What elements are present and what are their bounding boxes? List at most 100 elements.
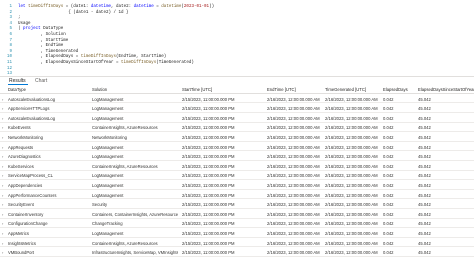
cell-solution: LogManagement <box>92 96 124 102</box>
expand-row-chevron-icon[interactable]: › <box>2 241 3 246</box>
table-row[interactable]: › KubeEvents ContainerInsights, AzureResou… <box>0 124 474 133</box>
cell-elapseddayssincestartofyear: 45.042 <box>418 154 431 160</box>
cell-starttime: 2/15/2023, 11:00:00.000 PM <box>182 173 235 179</box>
expand-row-chevron-icon[interactable]: › <box>2 231 3 236</box>
expand-row-chevron-icon[interactable]: › <box>2 202 3 207</box>
cell-elapseddays: 0.042 <box>383 125 394 131</box>
table-row[interactable]: › NetworkMonitoring NetworkMonitoring 2/15/… <box>0 133 474 142</box>
expand-row-chevron-icon[interactable]: › <box>2 116 3 121</box>
cell-solution: NetworkMonitoring <box>92 134 127 140</box>
cell-starttime: 2/15/2023, 11:00:00.000 PM <box>182 154 235 160</box>
column-header-starttime[interactable]: StartTime [UTC] <box>182 87 262 93</box>
cell-solution: LogManagement <box>92 115 124 121</box>
cell-solution: LogManagement <box>92 106 124 112</box>
table-row[interactable]: › ContainerInventory Containers, Container… <box>0 210 474 219</box>
cell-solution: LogManagement <box>92 182 124 188</box>
cell-elapseddays: 0.042 <box>383 250 394 256</box>
cell-datatype: AutoscaleEvaluationsLog <box>8 115 56 121</box>
cell-endtime: 2/16/2023, 12:00:00.000 AM <box>267 192 320 198</box>
table-row[interactable]: › SecurityEvent Security 2/15/2023, 11:00:0… <box>0 201 474 209</box>
column-header-elapseddays[interactable]: ElapsedDays <box>383 87 411 93</box>
cell-elapseddayssincestartofyear: 45.042 <box>418 202 431 208</box>
cell-timegenerated: 2/16/2023, 12:00:00.000 AM <box>325 202 378 208</box>
column-header-solution[interactable]: Solution <box>92 87 178 93</box>
expand-row-chevron-icon[interactable]: › <box>2 154 3 159</box>
cell-datatype: AzureDiagnostics <box>8 154 41 160</box>
cell-timegenerated: 2/16/2023, 12:00:00.000 AM <box>325 134 378 140</box>
cell-endtime: 2/16/2023, 12:00:00.000 AM <box>267 211 320 217</box>
table-row[interactable]: › InsightsMetrics ContainerInsights, Azure… <box>0 239 474 248</box>
grid-header: DataType Solution StartTime [UTC] EndTim… <box>0 86 474 94</box>
expand-row-chevron-icon[interactable]: › <box>2 193 3 198</box>
expand-row-chevron-icon[interactable]: › <box>2 97 3 102</box>
cell-elapseddayssincestartofyear: 45.042 <box>418 211 431 217</box>
cell-solution: LogManagement <box>92 192 124 198</box>
cell-starttime: 2/15/2023, 11:00:00.000 PM <box>182 144 235 150</box>
cell-solution: Security <box>92 202 108 208</box>
cell-elapseddays: 0.042 <box>383 182 394 188</box>
cell-endtime: 2/16/2023, 12:00:00.000 AM <box>267 240 320 246</box>
expand-row-chevron-icon[interactable]: › <box>2 173 3 178</box>
expand-row-chevron-icon[interactable]: › <box>2 250 3 255</box>
table-row[interactable]: › AppPerformanceCounters LogManagement 2/15… <box>0 191 474 200</box>
cell-datatype: KubeServices <box>8 163 34 169</box>
expand-row-chevron-icon[interactable]: › <box>2 183 3 188</box>
cell-endtime: 2/16/2023, 12:00:00.000 AM <box>267 221 320 227</box>
table-row[interactable]: › AzureDiagnostics LogManagement 2/15/2023,… <box>0 153 474 161</box>
cell-timegenerated: 2/16/2023, 12:00:00.000 AM <box>325 221 378 227</box>
cell-timegenerated: 2/16/2023, 12:00:00.000 AM <box>325 173 378 179</box>
cell-elapseddayssincestartofyear: 45.042 <box>418 106 431 112</box>
cell-timegenerated: 2/16/2023, 12:00:00.000 AM <box>325 163 378 169</box>
cell-datatype: AppPerformanceCounters <box>8 192 57 198</box>
cell-endtime: 2/16/2023, 12:00:00.000 AM <box>267 250 320 256</box>
table-row[interactable]: › AppServiceHTTPLogs LogManagement 2/15/202… <box>0 105 474 113</box>
cell-starttime: 2/15/2023, 11:00:00.000 PM <box>182 192 235 198</box>
cell-solution: ContainerInsights, AzureResources <box>92 125 158 131</box>
column-header-datatype[interactable]: DataType <box>8 87 88 93</box>
cell-timegenerated: 2/16/2023, 12:00:00.000 AM <box>325 125 378 131</box>
cell-elapseddays: 0.042 <box>383 115 394 121</box>
column-header-elapseddayssincestartofyear[interactable]: ElapsedDaysSinceStartOfYear <box>418 87 474 93</box>
cell-timegenerated: 2/16/2023, 12:00:00.000 AM <box>325 192 378 198</box>
cell-datatype: KubeEvents <box>8 125 31 131</box>
cell-starttime: 2/15/2023, 11:00:00.000 PM <box>182 115 235 121</box>
table-row[interactable]: › AutoscaleEvaluationsLog LogManagement 2/1… <box>0 114 474 123</box>
expand-row-chevron-icon[interactable]: › <box>2 221 3 226</box>
table-row[interactable]: › AppDependencies LogManagement 2/15/2023, … <box>0 181 474 190</box>
cell-elapseddayssincestartofyear: 45.042 <box>418 221 431 227</box>
cell-endtime: 2/16/2023, 12:00:00.000 AM <box>267 154 320 160</box>
expand-row-chevron-icon[interactable]: › <box>2 135 3 140</box>
cell-elapseddayssincestartofyear: 45.042 <box>418 240 431 246</box>
cell-elapseddays: 0.042 <box>383 240 394 246</box>
cell-solution: ChangeTracking <box>92 221 123 227</box>
table-row[interactable]: › AppMetrics LogManagement 2/15/2023, 11:00… <box>0 229 474 238</box>
cell-elapseddays: 0.042 <box>383 202 394 208</box>
cell-datatype: ContainerInventory <box>8 211 44 217</box>
cell-starttime: 2/15/2023, 11:00:00.000 PM <box>182 125 235 131</box>
expand-row-chevron-icon[interactable]: › <box>2 125 3 130</box>
table-row[interactable]: › AutoscaleEvaluationsLog LogManagement 2/1… <box>0 95 474 104</box>
expand-row-chevron-icon[interactable]: › <box>2 106 3 111</box>
cell-endtime: 2/16/2023, 12:00:00.000 AM <box>267 163 320 169</box>
expand-row-chevron-icon[interactable]: › <box>2 212 3 217</box>
cell-solution: LogManagement <box>92 173 124 179</box>
table-row[interactable]: › VMBoundPort InfrastructureInsights, Serv… <box>0 249 474 257</box>
cell-datatype: AppMetrics <box>8 230 29 236</box>
cell-endtime: 2/16/2023, 12:00:00.000 AM <box>267 96 320 102</box>
table-row[interactable]: › ConfigurationChange ChangeTracking 2/15/2… <box>0 220 474 229</box>
table-row[interactable]: › AppRequests LogManagement 2/15/2023, 11:0… <box>0 143 474 152</box>
cell-elapseddays: 0.042 <box>383 230 394 236</box>
cell-solution: Containers, ContainerInsights, AzureReso… <box>92 211 178 217</box>
query-editor[interactable]: 1 let timeDiffInDays = (date1: datetime, … <box>0 0 474 76</box>
table-row[interactable]: › KubeServices ContainerInsights, AzureRes… <box>0 162 474 171</box>
cell-starttime: 2/15/2023, 11:00:00.000 PM <box>182 221 235 227</box>
cell-solution: LogManagement <box>92 230 124 236</box>
cell-timegenerated: 2/16/2023, 12:00:00.000 AM <box>325 154 378 160</box>
column-header-timegenerated[interactable]: TimeGenerated [UTC] <box>325 87 381 93</box>
tab-chart[interactable]: Chart <box>35 78 47 84</box>
cell-endtime: 2/16/2023, 12:00:00.000 AM <box>267 230 320 236</box>
expand-row-chevron-icon[interactable]: › <box>2 145 3 150</box>
table-row[interactable]: › ServiceMapProcess_CL LogManagement 2/15/2… <box>0 172 474 181</box>
column-header-endtime[interactable]: EndTime [UTC] <box>267 87 323 93</box>
expand-row-chevron-icon[interactable]: › <box>2 164 3 169</box>
